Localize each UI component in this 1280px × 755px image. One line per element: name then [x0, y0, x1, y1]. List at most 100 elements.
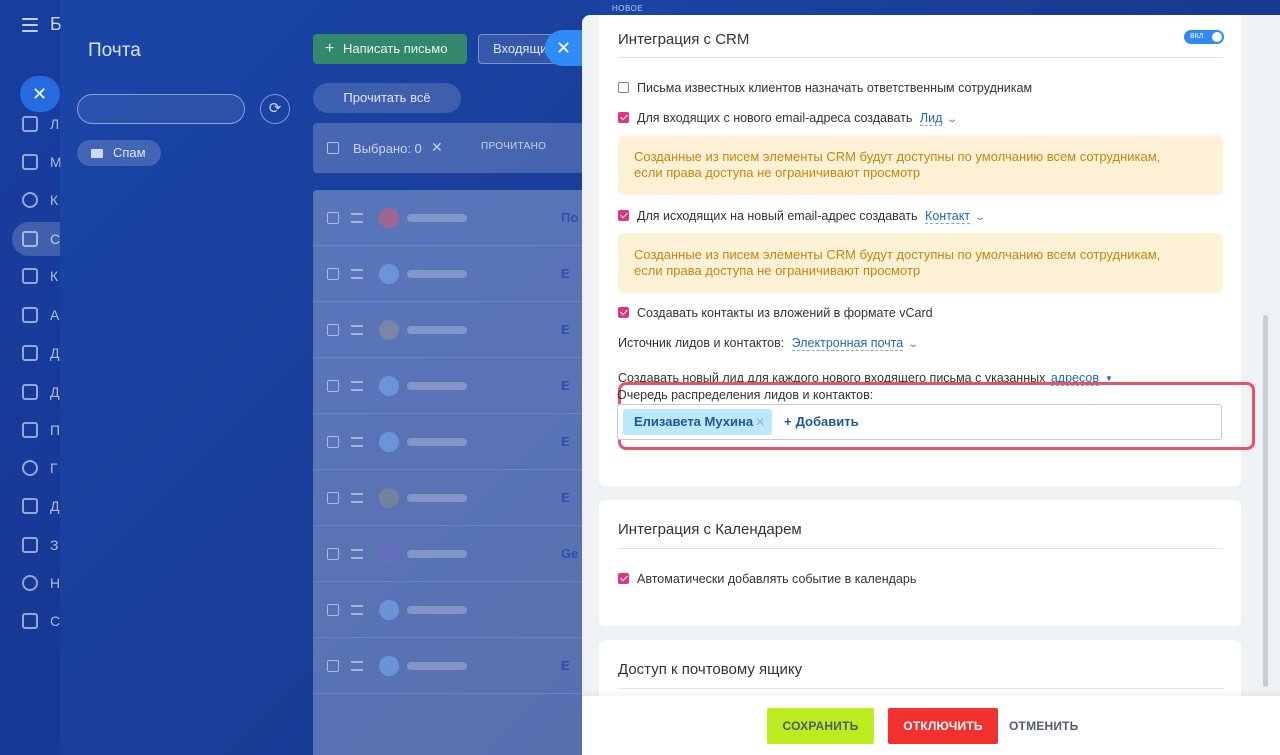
- row-menu-icon[interactable]: [351, 213, 363, 223]
- plus-icon: +: [325, 40, 335, 57]
- rail-label: С: [50, 613, 61, 629]
- mail-icon[interactable]: [22, 422, 38, 438]
- row-menu-icon[interactable]: [351, 493, 363, 503]
- chevron-down-icon[interactable]: ⌄: [908, 339, 920, 350]
- new-label: НОВОЕ: [612, 4, 644, 13]
- plus-icon: +: [784, 414, 792, 429]
- mail-row[interactable]: E: [313, 414, 600, 470]
- option-incoming[interactable]: Для входящих с нового email-адреса созда…: [618, 111, 959, 126]
- mail-row[interactable]: По: [313, 190, 600, 246]
- row-checkbox[interactable]: [327, 268, 339, 280]
- row-menu-icon[interactable]: [351, 325, 363, 335]
- incoming-entity-dropdown[interactable]: Лид: [919, 111, 943, 126]
- row-checkbox[interactable]: [327, 660, 339, 672]
- mail-filter-icon[interactable]: [22, 231, 38, 247]
- row-checkbox[interactable]: [327, 492, 339, 504]
- scrollbar[interactable]: [1263, 315, 1268, 687]
- mail-row[interactable]: E: [313, 638, 600, 694]
- sender-name: [407, 494, 467, 502]
- board-icon[interactable]: [22, 498, 38, 514]
- row-checkbox[interactable]: [327, 380, 339, 392]
- collab-icon[interactable]: [22, 192, 38, 208]
- crm-toggle[interactable]: ВКЛ: [1184, 30, 1224, 44]
- row-checkbox[interactable]: [327, 212, 339, 224]
- outgoing-entity-dropdown[interactable]: Контакт: [925, 209, 971, 224]
- calendar-integration-card: Интеграция с Календарем Автоматически до…: [599, 500, 1241, 626]
- calendar-icon[interactable]: [22, 268, 38, 284]
- messenger-icon[interactable]: [22, 154, 38, 170]
- spam-filter[interactable]: Спам: [77, 140, 161, 166]
- queue-selector[interactable]: Елизавета Мухина ✕ + Добавить: [617, 404, 1222, 440]
- mail-search-input[interactable]: [77, 94, 245, 124]
- schedule-icon[interactable]: [22, 613, 38, 629]
- add-label: Добавить: [795, 414, 859, 429]
- option-known-clients[interactable]: Письма известных клиентов назначать отве…: [618, 81, 1032, 95]
- left-rail: Б ✕ Л М К С К А Д Д П Г Д З Н С: [0, 0, 62, 755]
- refresh-icon[interactable]: ⟳: [260, 94, 290, 124]
- known-clients-checkbox[interactable]: [618, 82, 629, 93]
- chevron-down-icon[interactable]: ⌄: [974, 212, 986, 223]
- row-menu-icon[interactable]: [351, 605, 363, 615]
- source-label: Источник лидов и контактов:: [618, 336, 785, 350]
- mark-read-button[interactable]: ПРОЧИТАНО: [481, 141, 546, 152]
- add-queue-user-button[interactable]: + Добавить: [784, 414, 859, 429]
- tasks-icon[interactable]: [22, 537, 38, 553]
- row-menu-icon[interactable]: [351, 549, 363, 559]
- avatar: [379, 376, 399, 396]
- document-icon[interactable]: [22, 345, 38, 361]
- menu-icon[interactable]: [22, 18, 38, 32]
- chevron-down-icon[interactable]: ⌄: [947, 114, 959, 125]
- cancel-button[interactable]: ОТМЕНИТЬ: [1009, 708, 1079, 744]
- option-auto-event[interactable]: Автоматически добавлять событие в календ…: [618, 572, 916, 586]
- mail-row[interactable]: [313, 582, 600, 638]
- mail-row[interactable]: Ge: [313, 526, 600, 582]
- drive-icon[interactable]: [22, 384, 38, 400]
- compose-button[interactable]: + Написать письмо: [313, 34, 467, 64]
- rail-label: А: [50, 307, 60, 323]
- option-vcard[interactable]: Создавать контакты из вложений в формате…: [618, 306, 933, 320]
- option-label: Для исходящих на новый email-адрес созда…: [637, 209, 918, 223]
- row-menu-icon[interactable]: [351, 661, 363, 671]
- mail-row[interactable]: E: [313, 358, 600, 414]
- auto-event-checkbox[interactable]: [618, 573, 629, 584]
- rail-label: Г: [50, 460, 58, 476]
- close-icon[interactable]: ✕: [20, 76, 60, 112]
- row-menu-icon[interactable]: [351, 381, 363, 391]
- read-all-button[interactable]: Прочитать всё: [313, 83, 461, 113]
- incoming-checkbox[interactable]: [618, 112, 629, 123]
- avatar: [379, 208, 399, 228]
- disable-button[interactable]: ОТКЛЮЧИТЬ: [888, 708, 998, 744]
- robot-icon[interactable]: [22, 307, 38, 323]
- row-menu-icon[interactable]: [351, 437, 363, 447]
- mail-row[interactable]: E: [313, 302, 600, 358]
- row-checkbox[interactable]: [327, 548, 339, 560]
- mail-row[interactable]: E: [313, 470, 600, 526]
- close-slider-icon[interactable]: ✕: [545, 30, 585, 66]
- crm-access-notice: Созданные из писем элементы CRM будут до…: [618, 233, 1223, 293]
- sender-name: [407, 438, 467, 446]
- row-checkbox[interactable]: [327, 604, 339, 616]
- save-button[interactable]: СОХРАНИТЬ: [767, 708, 874, 744]
- outgoing-checkbox[interactable]: [618, 210, 629, 221]
- row-menu-icon[interactable]: [351, 269, 363, 279]
- clear-selection-icon[interactable]: ✕: [431, 139, 443, 156]
- rail-label: С: [50, 231, 61, 247]
- selected-count: Выбрано: 0: [353, 141, 422, 156]
- remove-icon[interactable]: ✕: [755, 409, 765, 435]
- slider-footer: СОХРАНИТЬ ОТКЛЮЧИТЬ ОТМЕНИТЬ: [582, 696, 1280, 755]
- mail-panel: Почта + Написать письмо Входящи ⟳ Прочит…: [60, 0, 600, 755]
- row-checkbox[interactable]: [327, 324, 339, 336]
- rail-label: З: [50, 537, 59, 553]
- feed-icon[interactable]: [22, 116, 38, 132]
- queue-user-tag[interactable]: Елизавета Мухина ✕: [623, 409, 772, 435]
- option-outgoing[interactable]: Для исходящих на новый email-адрес созда…: [618, 209, 986, 224]
- row-checkbox[interactable]: [327, 436, 339, 448]
- mail-row[interactable]: E: [313, 246, 600, 302]
- source-dropdown[interactable]: Электронная почта: [791, 336, 904, 351]
- groups-icon[interactable]: [22, 460, 38, 476]
- select-all-checkbox[interactable]: [327, 142, 339, 154]
- avatar: [379, 320, 399, 340]
- queue-label: Очередь распределения лидов и контактов:: [617, 388, 874, 402]
- news-icon[interactable]: [22, 575, 38, 591]
- vcard-checkbox[interactable]: [618, 307, 629, 318]
